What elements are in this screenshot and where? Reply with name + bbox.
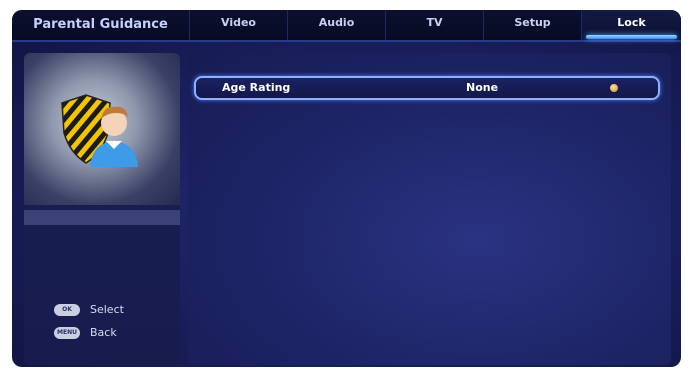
tab-lock[interactable]: Lock bbox=[581, 10, 681, 40]
option-dot-icon bbox=[610, 84, 618, 92]
tab-setup[interactable]: Setup bbox=[483, 10, 581, 40]
tab-tv[interactable]: TV bbox=[385, 10, 483, 40]
panel-divider bbox=[24, 210, 180, 225]
setting-label: Age Rating bbox=[222, 81, 291, 94]
settings-panel: Age Rating None bbox=[188, 53, 671, 365]
parental-guard-icon bbox=[61, 94, 138, 167]
menu-button-icon: MENU bbox=[54, 327, 80, 339]
page-title: Parental Guidance bbox=[33, 17, 168, 32]
setting-value: None bbox=[466, 81, 499, 94]
setting-row-age-rating[interactable]: Age Rating None bbox=[194, 76, 660, 100]
category-icon-box bbox=[24, 53, 180, 205]
ok-button-icon: OK bbox=[54, 304, 80, 316]
info-panel: OK Select MENU Back bbox=[24, 53, 180, 365]
tab-video[interactable]: Video bbox=[189, 10, 287, 40]
back-hint: MENU Back bbox=[54, 325, 117, 341]
tab-audio[interactable]: Audio bbox=[287, 10, 385, 40]
select-hint: OK Select bbox=[54, 302, 124, 318]
back-hint-label: Back bbox=[90, 326, 117, 339]
select-hint-label: Select bbox=[90, 303, 124, 316]
tv-menu-screen: Parental Guidance Video Audio TV Setup L… bbox=[12, 10, 681, 367]
top-menu-bar: Parental Guidance Video Audio TV Setup L… bbox=[12, 10, 681, 42]
